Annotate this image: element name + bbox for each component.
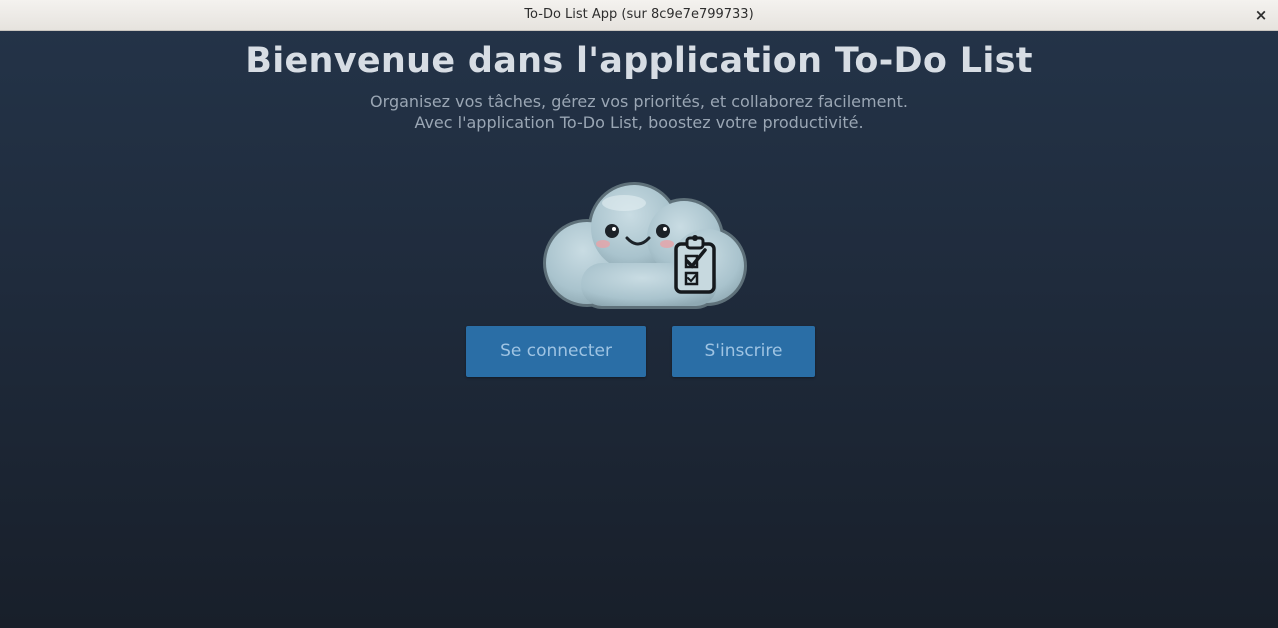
signup-button[interactable]: S'inscrire <box>672 326 815 377</box>
subtitle-line-1: Organisez vos tâches, gérez vos priorité… <box>370 92 908 111</box>
title-bar: To-Do List App (sur 8c9e7e799733) × <box>0 0 1278 31</box>
window-title: To-Do List App (sur 8c9e7e799733) <box>524 7 754 22</box>
subtitle-line-2: Avec l'application To-Do List, boostez v… <box>414 113 864 132</box>
app-window: To-Do List App (sur 8c9e7e799733) × Bien… <box>0 0 1278 628</box>
login-button[interactable]: Se connecter <box>466 326 646 377</box>
cloud-clipboard-mascot-icon <box>543 182 747 309</box>
page-title: Bienvenue dans l'application To-Do List <box>245 41 1033 81</box>
close-icon[interactable]: × <box>1252 6 1270 24</box>
